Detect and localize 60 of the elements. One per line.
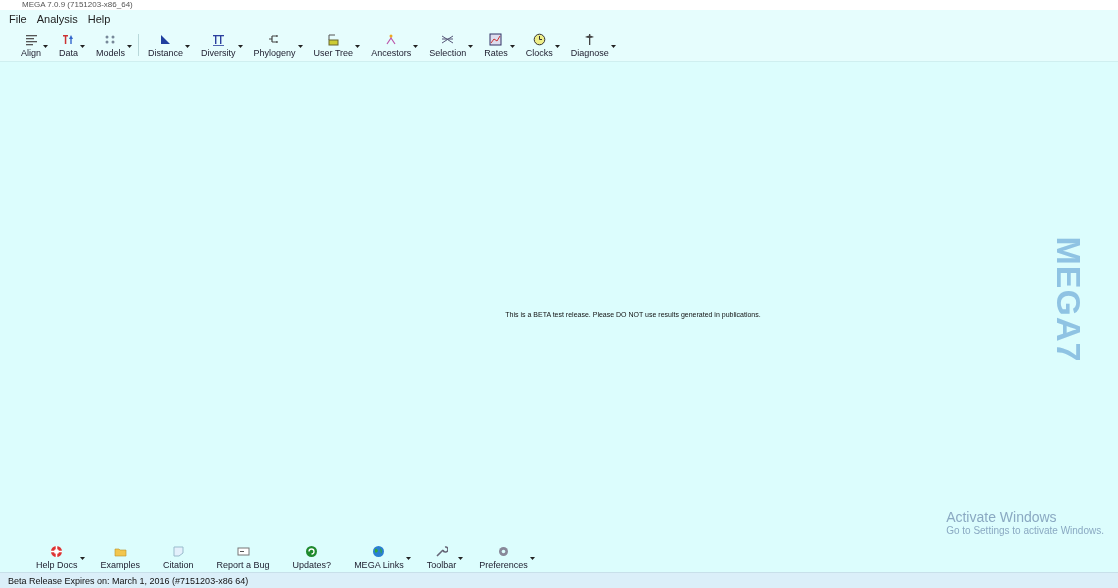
toolbar-button[interactable]: Diagnose xyxy=(563,33,620,58)
globe-icon xyxy=(372,545,386,558)
dropdown-caret-icon[interactable] xyxy=(127,45,133,48)
dropdown-caret-icon[interactable] xyxy=(458,557,464,560)
dropdown-caret-icon[interactable] xyxy=(413,45,419,48)
status-text: Beta Release Expires on: March 1, 2016 (#7151203-x86 64) xyxy=(8,575,249,586)
dropdown-caret-icon[interactable] xyxy=(509,45,515,48)
toolbar-button[interactable]: Updates? xyxy=(280,545,343,570)
bar-chart-icon xyxy=(489,33,503,46)
dropdown-caret-icon[interactable] xyxy=(185,45,191,48)
toolbar-button[interactable]: Distance xyxy=(141,33,195,58)
pi-icon xyxy=(211,33,225,46)
folder-icon xyxy=(113,545,127,558)
toolbar-button[interactable]: MEGA Links xyxy=(342,545,415,570)
triangle-icon xyxy=(159,33,173,46)
toolbar-button[interactable]: Preferences xyxy=(467,545,539,570)
branches-icon xyxy=(384,33,398,46)
dropdown-caret-icon[interactable] xyxy=(297,45,303,48)
dropdown-caret-icon[interactable] xyxy=(237,45,243,48)
window-title: MEGA 7.0.9 (7151203-x86_64) xyxy=(22,0,133,10)
dropdown-caret-icon[interactable] xyxy=(355,45,361,48)
toolbar-button[interactable]: Ancestors xyxy=(364,33,423,58)
activation-text: Go to Settings to activate Windows. xyxy=(946,525,1104,536)
document-icon xyxy=(171,545,185,558)
wrench-icon xyxy=(434,545,448,558)
menu-item[interactable]: Analysis xyxy=(33,12,81,25)
logo-watermark: MEGA7 xyxy=(1049,236,1089,363)
toolbar-button[interactable]: Models xyxy=(89,33,142,58)
lines-icon xyxy=(24,33,38,46)
dropdown-caret-icon[interactable] xyxy=(610,45,616,48)
toolbar-button[interactable]: Rates xyxy=(477,33,519,58)
dropdown-caret-icon[interactable] xyxy=(405,557,411,560)
toolbar-button[interactable]: Align xyxy=(14,33,52,58)
toolbar-button[interactable]: Citation xyxy=(151,545,205,570)
refresh-icon xyxy=(305,545,319,558)
menu-item[interactable]: File xyxy=(6,12,30,25)
menu-item[interactable]: Help xyxy=(84,12,114,25)
toolbar-button[interactable]: Examples xyxy=(88,545,152,570)
dropdown-caret-icon[interactable] xyxy=(43,45,48,48)
dropdown-caret-icon[interactable] xyxy=(554,45,560,48)
lifebuoy-icon xyxy=(50,545,64,558)
crossed-lines-icon xyxy=(441,33,455,46)
toolbar-button[interactable]: Help Docs xyxy=(24,545,89,570)
activation-title: Activate Windows xyxy=(946,509,1058,525)
toolbar-button[interactable]: Selection xyxy=(422,33,478,58)
toolbar-button[interactable]: Report a Bug xyxy=(204,545,281,570)
dropdown-caret-icon[interactable] xyxy=(80,45,86,48)
clock-icon xyxy=(532,33,546,46)
toolbar-button[interactable]: Data xyxy=(52,33,90,58)
toolbar-button[interactable]: Diversity xyxy=(194,33,247,58)
dropdown-caret-icon[interactable] xyxy=(468,45,474,48)
toolbar-button[interactable]: Toolbar xyxy=(414,545,468,570)
toolbar-button[interactable]: Clocks xyxy=(518,33,564,58)
toolbar-button[interactable]: User Tree xyxy=(306,33,365,58)
toolbar-button[interactable]: Phylogeny xyxy=(246,33,307,58)
gear-icon xyxy=(496,545,510,558)
envelope-icon xyxy=(236,545,250,558)
dropdown-caret-icon[interactable] xyxy=(79,557,85,560)
letters-icon xyxy=(62,33,75,46)
dropdown-caret-icon[interactable] xyxy=(529,557,535,560)
